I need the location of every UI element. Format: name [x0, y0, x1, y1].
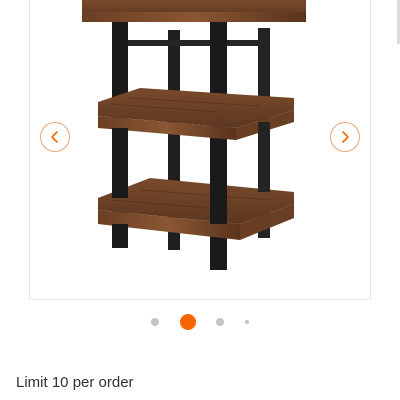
- chevron-right-icon: [342, 131, 349, 143]
- carousel-indicators: [0, 312, 400, 332]
- carousel-dot-2-active[interactable]: [180, 314, 196, 330]
- previous-image-button[interactable]: [40, 122, 70, 152]
- order-limit-text: Limit 10 per order: [16, 374, 134, 391]
- carousel-dot-3[interactable]: [216, 318, 224, 326]
- carousel-dot-4[interactable]: [245, 320, 249, 324]
- next-image-button[interactable]: [330, 122, 360, 152]
- carousel-dot-1[interactable]: [151, 318, 159, 326]
- chevron-left-icon: [51, 131, 58, 143]
